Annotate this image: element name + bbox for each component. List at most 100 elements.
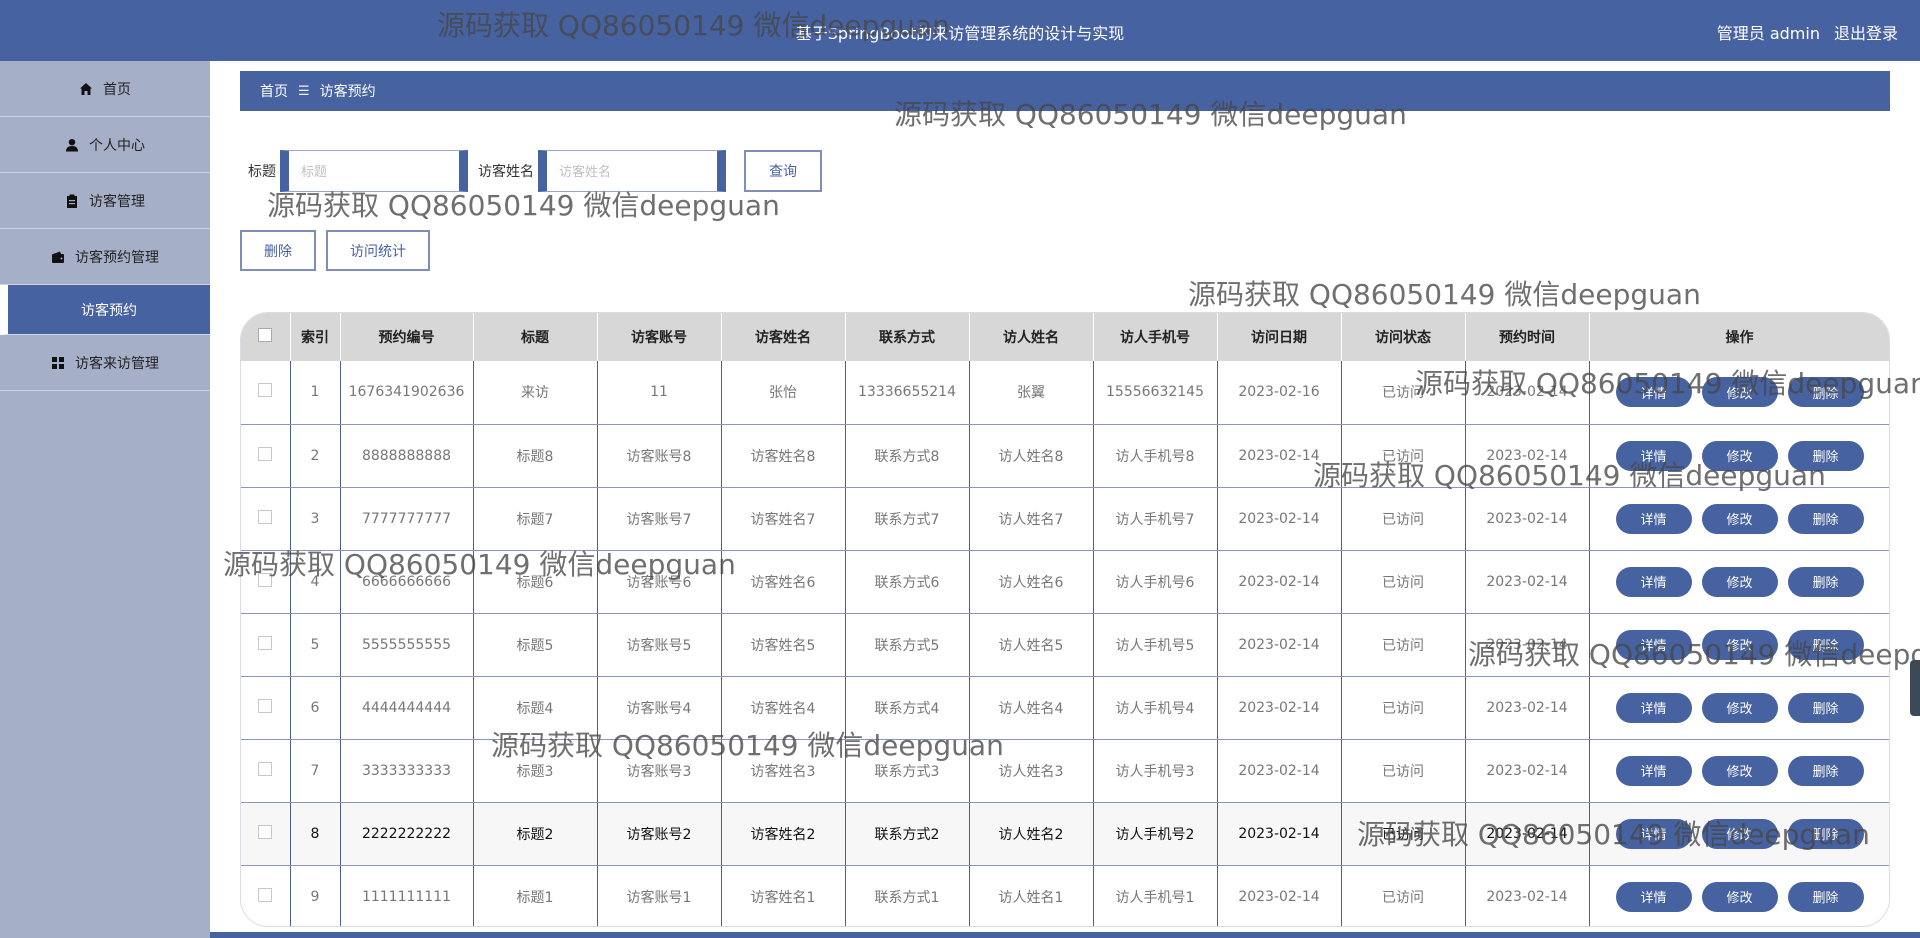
- detail-button[interactable]: 详情: [1615, 440, 1692, 471]
- row-select-cell: [241, 676, 291, 740]
- table-row[interactable]: 3 7777777777 标题7 访客账号7 访客姓名7 联系方式7 访人姓名7 访人手机号7…: [241, 487, 1889, 551]
- cell-title: 标题5: [473, 613, 598, 677]
- edit-button[interactable]: 修改: [1701, 818, 1778, 849]
- cell-status: 已访问: [1341, 613, 1466, 677]
- cell-host-phone: 访人手机号3: [1093, 739, 1218, 803]
- sidebar-item-home[interactable]: 首页: [0, 61, 210, 117]
- row-actions: 详情 修改 删除: [1590, 440, 1890, 471]
- detail-button[interactable]: 详情: [1615, 692, 1692, 723]
- row-actions: 详情 修改 删除: [1590, 881, 1890, 912]
- action-bar: 删除 访问统计: [240, 230, 430, 271]
- cell-contact: 联系方式2: [845, 802, 970, 866]
- sidebar-item-visitor-manage[interactable]: 访客管理: [0, 173, 210, 229]
- delete-button[interactable]: 删除: [1787, 566, 1864, 597]
- cell-index: 7: [290, 739, 341, 803]
- sidebar-item-visit-manage[interactable]: 访客来访管理: [0, 335, 210, 391]
- title-input[interactable]: [280, 150, 468, 192]
- row-select-cell: [241, 361, 291, 425]
- visit-stats-button[interactable]: 访问统计: [326, 230, 430, 271]
- delete-button[interactable]: 删除: [1787, 755, 1864, 786]
- row-checkbox[interactable]: [258, 761, 273, 776]
- cell-code: 2222222222: [340, 802, 474, 866]
- column-header: 访人姓名: [969, 313, 1094, 361]
- delete-button[interactable]: 删除: [1787, 818, 1864, 849]
- detail-button[interactable]: 详情: [1615, 503, 1692, 534]
- table-row[interactable]: 5 5555555555 标题5 访客账号5 访客姓名5 联系方式5 访人姓名5 访人手机号5…: [241, 613, 1890, 677]
- row-checkbox[interactable]: [258, 446, 273, 461]
- sidebar-item-label: 访客预约管理: [75, 249, 159, 266]
- clipboard-icon: [67, 194, 77, 208]
- table-row[interactable]: 1 1676341902636 来访 11 张怡 13336655214 张翼 1555663…: [241, 361, 1889, 425]
- row-checkbox[interactable]: [258, 509, 273, 524]
- sidebar-item-label: 访客预约: [81, 302, 137, 319]
- delete-button[interactable]: 删除: [1787, 377, 1864, 408]
- cell-account: 11: [597, 361, 722, 425]
- table-row[interactable]: 4 6666666666 标题6 访客账号6 访客姓名6 联系方式6 访人姓名6 访人手机号6…: [241, 550, 1889, 614]
- logout-link[interactable]: 退出登录: [1834, 20, 1898, 44]
- delete-button[interactable]: 删除: [1787, 881, 1864, 912]
- sidebar-item-reservation[interactable]: 访客预约: [0, 285, 210, 335]
- edit-button[interactable]: 修改: [1701, 629, 1778, 660]
- detail-button[interactable]: 详情: [1615, 566, 1692, 597]
- table-row[interactable]: 8 2222222222 标题2 访客账号2 访客姓名2 联系方式2 访人姓名2 访人手机号2…: [241, 802, 1889, 866]
- cell-account: 访客账号5: [597, 613, 722, 677]
- grid-icon: [52, 356, 64, 369]
- edit-button[interactable]: 修改: [1701, 566, 1778, 597]
- cell-status: 已访问: [1341, 424, 1466, 488]
- edit-button[interactable]: 修改: [1701, 503, 1778, 534]
- select-all-checkbox[interactable]: [258, 328, 273, 342]
- detail-button[interactable]: 详情: [1615, 377, 1692, 408]
- cell-host: 访人姓名8: [969, 424, 1094, 488]
- row-checkbox[interactable]: [258, 887, 273, 902]
- edit-button[interactable]: 修改: [1701, 440, 1778, 471]
- cell-contact: 联系方式4: [845, 676, 970, 740]
- row-checkbox[interactable]: [258, 572, 273, 587]
- edit-button[interactable]: 修改: [1701, 881, 1778, 912]
- edit-button[interactable]: 修改: [1701, 755, 1778, 786]
- detail-button[interactable]: 详情: [1615, 881, 1692, 912]
- cell-title: 标题7: [473, 487, 598, 551]
- row-checkbox[interactable]: [258, 698, 273, 713]
- breadcrumb-separator-icon: ☰: [298, 83, 310, 99]
- delete-button[interactable]: 删除: [1787, 440, 1864, 471]
- delete-button[interactable]: 删除: [1787, 503, 1864, 534]
- side-handle[interactable]: [1910, 660, 1920, 716]
- detail-button[interactable]: 详情: [1615, 755, 1692, 786]
- cell-host-phone: 访人手机号1: [1093, 865, 1218, 926]
- wallet-icon: [52, 251, 64, 263]
- cell-time: 2023-02-14: [1465, 676, 1590, 740]
- detail-button[interactable]: 详情: [1615, 629, 1692, 660]
- row-checkbox[interactable]: [258, 635, 273, 650]
- cell-operations: 详情 修改 删除: [1589, 487, 1889, 551]
- cell-host-phone: 15556632145: [1093, 361, 1218, 425]
- cell-contact: 联系方式6: [845, 550, 970, 614]
- breadcrumb-home[interactable]: 首页: [260, 81, 288, 101]
- row-checkbox[interactable]: [258, 824, 273, 839]
- row-checkbox[interactable]: [258, 383, 273, 398]
- table-row[interactable]: 7 3333333333 标题3 访客账号3 访客姓名3 联系方式3 访人姓名3 访人手机号3…: [241, 739, 1889, 803]
- batch-delete-button[interactable]: 删除: [240, 230, 316, 271]
- detail-button[interactable]: 详情: [1615, 818, 1692, 849]
- cell-host-phone: 访人手机号5: [1093, 613, 1218, 677]
- visitor-name-input[interactable]: [538, 150, 726, 192]
- cell-time: 2023-02-14: [1465, 739, 1590, 803]
- sidebar-item-reservation-manage[interactable]: 访客预约管理: [0, 229, 210, 285]
- query-button[interactable]: 查询: [744, 150, 822, 192]
- delete-button[interactable]: 删除: [1787, 629, 1864, 660]
- table-row[interactable]: 9 1111111111 标题1 访客账号1 访客姓名1 联系方式1 访人姓名1 访人手机号1…: [241, 865, 1890, 926]
- cell-contact: 联系方式1: [845, 865, 970, 926]
- cell-name: 访客姓名4: [721, 676, 846, 740]
- column-header: 标题: [473, 313, 598, 361]
- table-row[interactable]: 2 8888888888 标题8 访客账号8 访客姓名8 联系方式8 访人姓名8 访人手机号8…: [241, 424, 1890, 488]
- row-actions: 详情 修改 删除: [1590, 629, 1890, 660]
- cell-title: 标题3: [473, 739, 598, 803]
- edit-button[interactable]: 修改: [1701, 692, 1778, 723]
- delete-button[interactable]: 删除: [1787, 692, 1864, 723]
- column-header: 访问日期: [1217, 313, 1342, 361]
- table-row[interactable]: 6 4444444444 标题4 访客账号4 访客姓名4 联系方式4 访人姓名4 访人手机号4…: [241, 676, 1889, 740]
- cell-account: 访客账号1: [597, 865, 722, 926]
- watermark-text: 源码获取 QQ86050149 微信deepguan: [1188, 278, 1701, 311]
- sidebar-item-label: 访客管理: [89, 193, 145, 210]
- edit-button[interactable]: 修改: [1701, 377, 1778, 408]
- sidebar-item-profile[interactable]: 个人中心: [0, 117, 210, 173]
